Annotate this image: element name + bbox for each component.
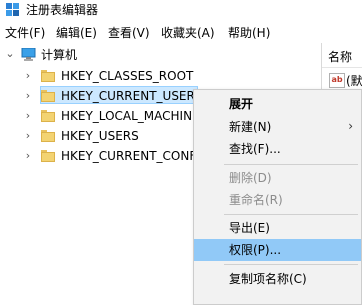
tree-label: HKEY_CURRENT_USER (61, 89, 195, 103)
chevron-right-icon[interactable]: › (23, 90, 33, 102)
menu-item-label: 导出(E) (229, 221, 270, 235)
tree-label: HKEY_CLASSES_ROOT (61, 69, 194, 83)
title-bar: 注册表编辑器 (0, 0, 362, 22)
menu-item-find[interactable]: 查找(F)... (194, 138, 361, 160)
folder-icon (41, 70, 55, 82)
tree-item-computer[interactable]: ⌄ 计算机 (0, 46, 200, 66)
menu-separator (224, 214, 358, 215)
menu-favorites[interactable]: 收藏夹(A) (161, 25, 215, 41)
menu-item-export[interactable]: 导出(E) (194, 217, 361, 239)
menu-item-permissions[interactable]: 权限(P)... (194, 239, 361, 261)
registry-editor-icon (6, 3, 19, 16)
menu-item-expand[interactable]: 展开 (194, 93, 361, 115)
menu-view[interactable]: 查看(V) (108, 25, 150, 41)
chevron-right-icon: › (348, 119, 353, 133)
tree-item-hkey-classes-root[interactable]: › HKEY_CLASSES_ROOT (0, 66, 318, 86)
menu-item-delete[interactable]: 删除(D) (194, 167, 361, 189)
menu-file[interactable]: 文件(F) (5, 25, 45, 41)
computer-icon (21, 48, 36, 61)
chevron-right-icon[interactable]: › (23, 150, 33, 162)
context-menu: 展开 新建(N) › 查找(F)... 删除(D) 重命名(R) 导出(E) 权… (193, 89, 362, 305)
ab-string-icon: ab (329, 73, 345, 88)
menu-item-label: 重命名(R) (229, 193, 283, 207)
window-title: 注册表编辑器 (26, 3, 99, 17)
menu-edit[interactable]: 编辑(E) (56, 25, 97, 41)
chevron-right-icon[interactable]: › (23, 110, 33, 122)
folder-icon (41, 110, 55, 122)
chevron-down-icon[interactable]: ⌄ (5, 48, 15, 60)
tree-label: HKEY_CURRENT_CONFIG (61, 149, 210, 163)
folder-icon (41, 150, 55, 162)
menu-item-copy-key-name[interactable]: 复制项名称(C) (194, 268, 361, 290)
column-header-label: 名称 (328, 50, 353, 64)
menu-help[interactable]: 帮助(H) (228, 25, 270, 41)
menu-separator (224, 264, 358, 265)
menu-item-rename[interactable]: 重命名(R) (194, 189, 361, 211)
folder-icon (41, 130, 55, 142)
chevron-right-icon[interactable]: › (23, 70, 33, 82)
menu-item-label: 权限(P)... (229, 243, 282, 257)
folder-icon (41, 90, 55, 102)
tree-label: HKEY_USERS (61, 129, 139, 143)
column-header-name[interactable]: 名称 (322, 43, 362, 68)
menu-item-label: 展开 (229, 97, 254, 111)
value-name-default[interactable]: (默认) (346, 72, 362, 89)
menu-item-label: 新建(N) (229, 120, 272, 134)
menu-item-label: 复制项名称(C) (229, 272, 307, 286)
menu-bar: 文件(F) 编辑(E) 查看(V) 收藏夹(A) 帮助(H) (0, 22, 362, 43)
menu-separator (224, 164, 358, 165)
menu-item-label: 查找(F)... (229, 142, 281, 156)
chevron-right-icon[interactable]: › (23, 130, 33, 142)
tree-label-computer: 计算机 (41, 48, 78, 62)
tree-label: HKEY_LOCAL_MACHINE (61, 109, 200, 123)
menu-item-label: 删除(D) (229, 171, 272, 185)
menu-item-new[interactable]: 新建(N) › (194, 116, 361, 138)
